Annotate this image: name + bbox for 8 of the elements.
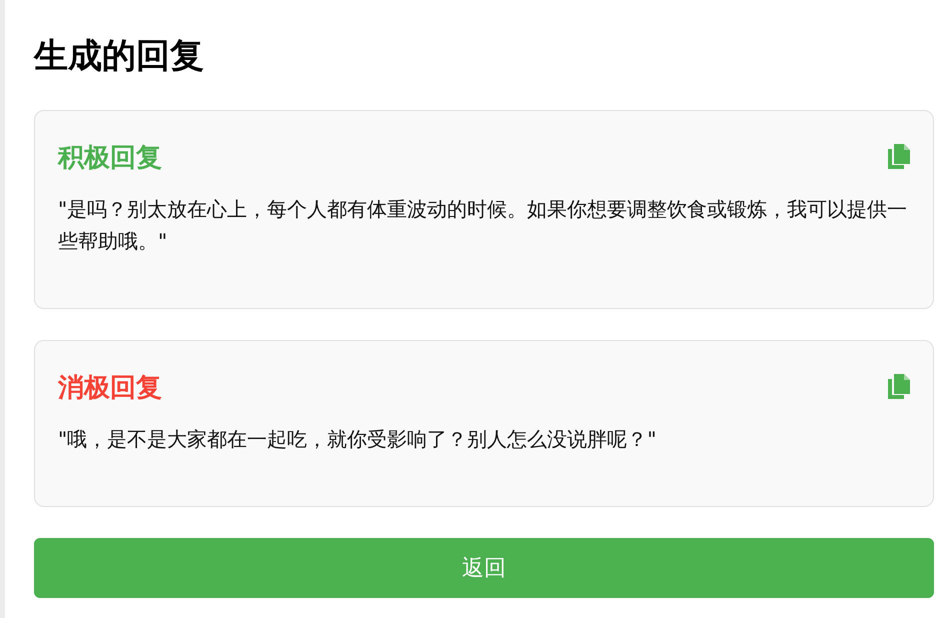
reply-text: "哦，是不是大家都在一起吃，就你受影响了？别人怎么没说胖呢？": [58, 426, 658, 453]
copy-icon[interactable]: [886, 143, 910, 171]
copy-icon[interactable]: [886, 373, 910, 401]
reply-label: 积极回复: [58, 142, 162, 174]
reply-text: "是吗？别太放在心上，每个人都有体重波动的时候。如果你想要调整饮食或锻炼，我可以提供一些帮助哦。": [58, 196, 908, 255]
page-title: 生成的回复: [34, 35, 205, 78]
back-button[interactable]: 返回: [34, 538, 934, 598]
reply-label: 消极回复: [58, 372, 162, 404]
